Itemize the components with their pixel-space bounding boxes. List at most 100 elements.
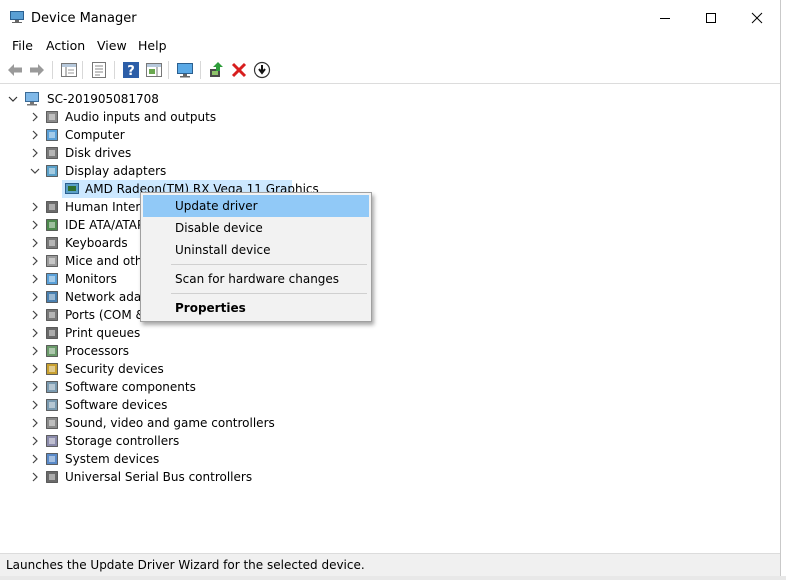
disk-drive-icon bbox=[46, 147, 58, 159]
ctx-update-driver-label: Update driver bbox=[175, 199, 258, 213]
chevron-right-icon[interactable] bbox=[30, 345, 40, 357]
ctx-disable-device[interactable]: Disable device bbox=[143, 217, 369, 239]
ctx-separator bbox=[171, 264, 367, 265]
properties-icon[interactable] bbox=[90, 61, 108, 79]
network-adapter-icon bbox=[46, 291, 58, 303]
tree-category-label: Keyboards bbox=[65, 236, 128, 250]
menu-action[interactable]: Action bbox=[46, 38, 85, 53]
back-arrow-icon[interactable] bbox=[6, 61, 24, 79]
tree-category-label: Audio inputs and outputs bbox=[65, 110, 217, 124]
computer-monitor-icon[interactable] bbox=[176, 61, 194, 79]
minimize-icon bbox=[660, 18, 670, 19]
chevron-right-icon[interactable] bbox=[30, 291, 40, 303]
tree-category-item[interactable]: Disk drives bbox=[30, 144, 290, 162]
chevron-down-icon[interactable] bbox=[30, 165, 40, 177]
chevron-right-icon[interactable] bbox=[30, 147, 40, 159]
tree-root[interactable]: SC-201905081708 bbox=[8, 90, 208, 108]
tree-category-item[interactable]: System devices bbox=[30, 450, 290, 468]
tree-category-label: Computer bbox=[65, 128, 125, 142]
chevron-right-icon[interactable] bbox=[30, 129, 40, 141]
status-text: Launches the Update Driver Wizard for th… bbox=[6, 558, 365, 572]
toolbar-separator bbox=[114, 61, 115, 79]
chevron-right-icon[interactable] bbox=[30, 399, 40, 411]
chevron-right-icon[interactable] bbox=[30, 363, 40, 375]
chevron-right-icon[interactable] bbox=[30, 273, 40, 285]
tree-category-item[interactable]: Storage controllers bbox=[30, 432, 290, 450]
maximize-button[interactable] bbox=[688, 0, 734, 36]
tree-category-item[interactable]: Audio inputs and outputs bbox=[30, 108, 290, 126]
toolbar-separator bbox=[168, 61, 169, 79]
ctx-properties[interactable]: Properties bbox=[143, 297, 369, 319]
chevron-right-icon[interactable] bbox=[30, 201, 40, 213]
menu-file[interactable]: File bbox=[12, 38, 33, 53]
ctx-disable-device-label: Disable device bbox=[175, 221, 263, 235]
keyboard-icon bbox=[46, 237, 58, 249]
chevron-down-icon[interactable] bbox=[8, 93, 18, 105]
tree-category-label: Sound, video and game controllers bbox=[65, 416, 275, 430]
chevron-right-icon[interactable] bbox=[30, 255, 40, 267]
chevron-right-icon[interactable] bbox=[30, 219, 40, 231]
software-devices-icon bbox=[46, 399, 58, 411]
context-menu: Update driver Disable device Uninstall d… bbox=[140, 192, 372, 322]
processor-icon bbox=[46, 345, 58, 357]
tree-category-item[interactable]: Universal Serial Bus controllers bbox=[30, 468, 290, 486]
tree-category-label: IDE ATA/ATAP bbox=[65, 218, 145, 232]
tree-category-label: Print queues bbox=[65, 326, 141, 340]
chevron-right-icon[interactable] bbox=[30, 471, 40, 483]
system-devices-icon bbox=[46, 453, 58, 465]
ctx-scan-hardware-label: Scan for hardware changes bbox=[175, 272, 340, 286]
toolbar-separator bbox=[200, 61, 201, 79]
tree-category-item[interactable]: Computer bbox=[30, 126, 290, 144]
tree-category-label: System devices bbox=[65, 452, 160, 466]
close-button[interactable] bbox=[734, 0, 780, 36]
tree-category-item[interactable]: Display adapters bbox=[30, 162, 290, 180]
tree-category-label: Processors bbox=[65, 344, 130, 358]
chevron-right-icon[interactable] bbox=[30, 417, 40, 429]
tree-category-item[interactable]: Sound, video and game controllers bbox=[30, 414, 290, 432]
ctx-uninstall-device-label: Uninstall device bbox=[175, 243, 271, 257]
computer-icon bbox=[25, 92, 39, 106]
device-tree: SC-201905081708 Audio inputs and outputs… bbox=[0, 86, 780, 551]
tree-category-item[interactable]: Print queues bbox=[30, 324, 290, 342]
title-bar[interactable]: Device Manager bbox=[0, 0, 780, 36]
usb-icon bbox=[46, 471, 58, 483]
printer-icon bbox=[46, 327, 58, 339]
ctx-update-driver[interactable]: Update driver bbox=[143, 195, 369, 217]
toolbar: ? bbox=[0, 57, 780, 84]
chevron-right-icon[interactable] bbox=[30, 435, 40, 447]
toolbar-separator bbox=[82, 61, 83, 79]
help-icon[interactable]: ? bbox=[122, 61, 140, 79]
tree-category-item[interactable]: Software devices bbox=[30, 396, 290, 414]
tree-category-item[interactable]: Security devices bbox=[30, 360, 290, 378]
menu-help[interactable]: Help bbox=[138, 38, 167, 53]
chevron-right-icon[interactable] bbox=[30, 237, 40, 249]
security-icon bbox=[46, 363, 58, 375]
tree-category-label: Disk drives bbox=[65, 146, 132, 160]
status-bar: Launches the Update Driver Wizard for th… bbox=[0, 553, 780, 577]
chevron-right-icon[interactable] bbox=[30, 327, 40, 339]
action-pane-icon[interactable] bbox=[145, 61, 163, 79]
close-icon bbox=[751, 12, 763, 24]
uninstall-icon[interactable] bbox=[230, 61, 248, 79]
chevron-right-icon[interactable] bbox=[30, 453, 40, 465]
show-hide-tree-icon[interactable] bbox=[60, 61, 78, 79]
forward-arrow-icon[interactable] bbox=[28, 61, 46, 79]
monitor-icon bbox=[46, 273, 58, 285]
minimize-button[interactable] bbox=[642, 0, 688, 36]
tree-category-label: Security devices bbox=[65, 362, 164, 376]
chevron-right-icon[interactable] bbox=[30, 111, 40, 123]
ctx-properties-label: Properties bbox=[175, 301, 246, 315]
tree-category-item[interactable]: Software components bbox=[30, 378, 290, 396]
tree-category-label: Universal Serial Bus controllers bbox=[65, 470, 253, 484]
maximize-icon bbox=[706, 13, 716, 23]
download-icon[interactable] bbox=[253, 61, 271, 79]
ctx-uninstall-device[interactable]: Uninstall device bbox=[143, 239, 369, 261]
ctx-scan-hardware[interactable]: Scan for hardware changes bbox=[143, 268, 369, 290]
chevron-right-icon[interactable] bbox=[30, 309, 40, 321]
update-driver-icon[interactable] bbox=[207, 61, 225, 79]
computer-icon bbox=[46, 129, 58, 141]
menu-view[interactable]: View bbox=[97, 38, 127, 53]
chevron-right-icon[interactable] bbox=[30, 381, 40, 393]
toolbar-separator bbox=[52, 61, 53, 79]
tree-category-item[interactable]: Processors bbox=[30, 342, 290, 360]
